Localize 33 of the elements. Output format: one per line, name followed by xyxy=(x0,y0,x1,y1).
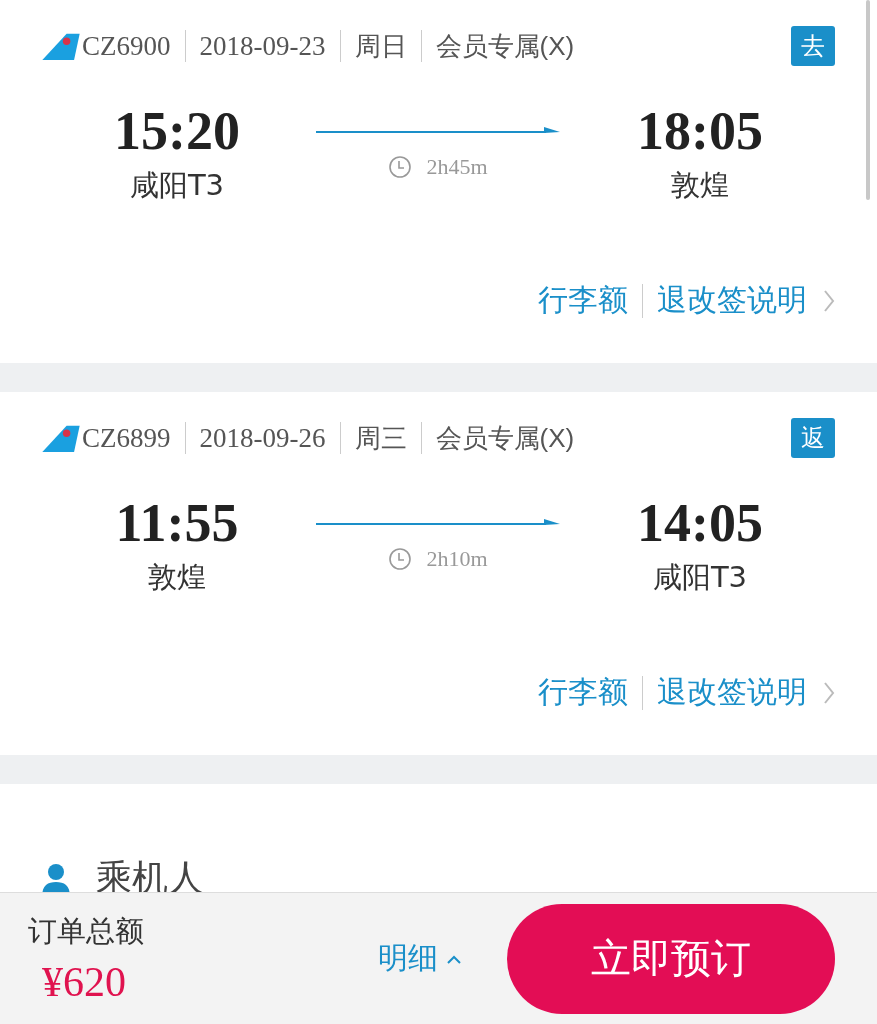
clock-icon xyxy=(388,155,413,179)
arrival-airport: 敦煌 xyxy=(671,167,729,204)
book-button[interactable]: 立即预订 xyxy=(507,903,835,1014)
departure-time: 11:55 xyxy=(115,492,239,554)
arrival-time: 18:05 xyxy=(637,100,763,162)
flight-duration: 2h10m xyxy=(426,546,488,572)
caret-icon xyxy=(446,953,462,964)
policy-link[interactable]: 退改签说明 xyxy=(657,280,807,321)
direction-badge: 返 xyxy=(791,418,835,458)
policy-link[interactable]: 行李额 xyxy=(538,280,628,321)
total-label: 订单总额 xyxy=(28,912,145,950)
airline-logo-icon xyxy=(42,32,80,60)
total-price: ¥620 xyxy=(42,957,127,1006)
departure-time: 15:20 xyxy=(114,100,240,162)
weekday: 周三 xyxy=(354,421,407,455)
details-toggle[interactable]: 明细 xyxy=(378,938,462,979)
arrival-time: 14:05 xyxy=(637,492,763,554)
arrival-airport: 咸阳T3 xyxy=(652,559,748,596)
flight-number: CZ6899 xyxy=(82,422,171,454)
direction-badge: 去 xyxy=(791,26,835,66)
policy-link[interactable]: 行李额 xyxy=(538,672,628,713)
policy-link[interactable]: 退改签说明 xyxy=(657,672,807,713)
airline-logo-icon xyxy=(42,424,80,452)
fare-class: 会员专属(X) xyxy=(435,421,575,455)
clock-icon xyxy=(388,547,413,571)
weekday: 周日 xyxy=(354,29,407,63)
fare-class: 会员专属(X) xyxy=(435,29,575,63)
departure-airport: 敦煌 xyxy=(148,559,206,596)
flight-date: 2018-09-26 xyxy=(199,422,326,454)
flight-duration: 2h45m xyxy=(426,154,488,180)
flight-number: CZ6900 xyxy=(82,30,171,62)
departure-airport: 咸阳T3 xyxy=(129,167,225,204)
flight-date: 2018-09-23 xyxy=(199,30,326,62)
